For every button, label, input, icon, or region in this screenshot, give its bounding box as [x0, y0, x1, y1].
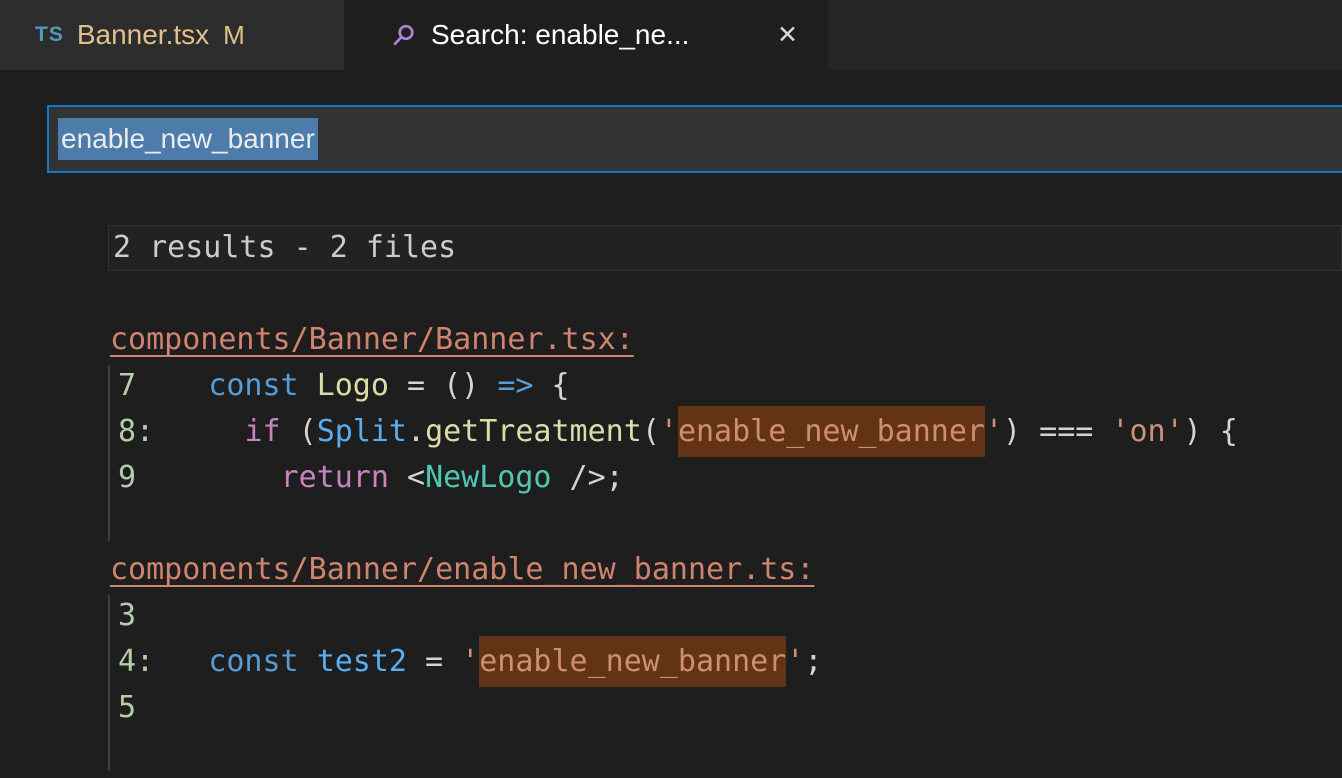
- code-token: 9: [118, 460, 136, 495]
- code-token: = (): [389, 368, 497, 403]
- file-path-link[interactable]: components/Banner/enable_new_banner.ts:: [108, 547, 814, 593]
- code-token: {: [533, 368, 569, 403]
- search-results: 2 results - 2 files components/Banner/Ba…: [0, 225, 1342, 731]
- code-token: [154, 644, 208, 679]
- code-token: Logo: [317, 368, 389, 403]
- code-token: getTreatment: [425, 414, 642, 449]
- file-path-link[interactable]: components/Banner/Banner.tsx:: [108, 317, 634, 363]
- code-token: const: [208, 368, 298, 403]
- code-token: =>: [497, 368, 533, 403]
- code-token: (: [642, 414, 660, 449]
- code-token: .: [407, 414, 425, 449]
- code-token: [299, 368, 317, 403]
- code-token: ': [985, 414, 1003, 449]
- search-result-file: components/Banner/Banner.tsx:7 const Log…: [108, 317, 1342, 501]
- code-token: ': [660, 414, 678, 449]
- code-line[interactable]: 5: [118, 685, 1342, 731]
- code-token: ) {: [1184, 414, 1238, 449]
- code-line[interactable]: 9 return <NewLogo />;: [118, 455, 1342, 501]
- tab-search-editor[interactable]: Search: enable_ne... ✕: [345, 0, 828, 70]
- tab-banner-tsx[interactable]: TS Banner.tsx M: [0, 0, 345, 70]
- code-token: ': [786, 644, 804, 679]
- code-token: (: [281, 414, 317, 449]
- code-token: if: [244, 414, 280, 449]
- code-token: Split: [317, 414, 407, 449]
- code-token: 7: [118, 368, 136, 403]
- code-token: 4:: [118, 644, 154, 679]
- code-token: 5: [118, 690, 136, 725]
- tab-title: Banner.tsx: [77, 19, 209, 51]
- modified-badge: M: [223, 20, 245, 51]
- search-result-file: components/Banner/enable_new_banner.ts:3…: [108, 547, 1342, 731]
- selected-query-text: enable_new_banner: [58, 118, 318, 160]
- code-token: ;: [804, 644, 822, 679]
- search-match-highlight: enable_new_banner: [678, 406, 985, 457]
- code-token: =: [407, 644, 461, 679]
- code-token: [299, 644, 317, 679]
- search-editor-pane: enable_new_banner 2 results - 2 files co…: [0, 70, 1342, 778]
- code-token: [136, 460, 281, 495]
- search-query-input[interactable]: enable_new_banner: [47, 105, 1342, 173]
- code-line[interactable]: 7 const Logo = () => {: [118, 363, 1342, 409]
- code-token: 8:: [118, 414, 154, 449]
- results-summary: 2 results - 2 files: [108, 225, 1342, 271]
- code-token: <: [389, 460, 425, 495]
- code-token: ': [461, 644, 479, 679]
- result-block: 7 const Logo = () => {8: if (Split.getTr…: [108, 363, 1342, 501]
- results-list: components/Banner/Banner.tsx:7 const Log…: [108, 317, 1342, 731]
- code-line[interactable]: 8: if (Split.getTreatment('enable_new_ba…: [118, 409, 1342, 455]
- code-token: NewLogo: [425, 460, 551, 495]
- close-icon[interactable]: ✕: [777, 20, 798, 50]
- search-icon: [390, 22, 417, 49]
- code-token: [154, 414, 244, 449]
- code-token: 'on': [1111, 414, 1183, 449]
- tab-title: Search: enable_ne...: [431, 19, 689, 51]
- tab-bar: TS Banner.tsx M Search: enable_ne... ✕: [0, 0, 1342, 70]
- search-match-highlight: enable_new_banner: [479, 636, 786, 687]
- code-token: const: [208, 644, 298, 679]
- typescript-icon: TS: [35, 23, 64, 47]
- code-token: return: [281, 460, 389, 495]
- code-line[interactable]: 4: const test2 = 'enable_new_banner';: [118, 639, 1342, 685]
- result-block: 3 4: const test2 = 'enable_new_banner'; 5: [108, 593, 1342, 731]
- code-token: />;: [552, 460, 624, 495]
- code-token: ) ===: [1003, 414, 1111, 449]
- code-token: 3: [118, 598, 136, 633]
- code-line[interactable]: 3: [118, 593, 1342, 639]
- code-token: [136, 368, 208, 403]
- code-token: test2: [317, 644, 407, 679]
